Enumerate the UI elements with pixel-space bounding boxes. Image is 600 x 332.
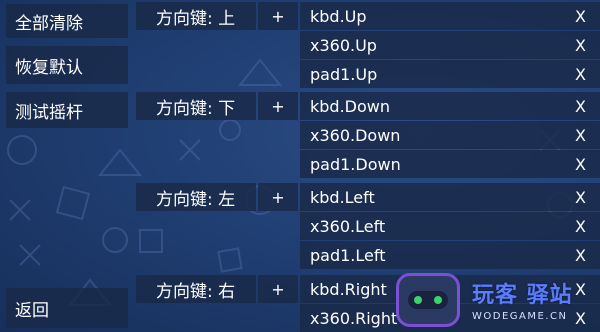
add-binding-down-button[interactable]: + bbox=[258, 92, 298, 120]
remove-binding-icon[interactable]: X bbox=[575, 7, 586, 26]
binding-row[interactable]: pad1.Left X bbox=[300, 241, 600, 269]
binding-row[interactable]: kbd.Left X bbox=[300, 183, 600, 211]
binding-name: x360.Left bbox=[310, 216, 386, 236]
binding-name: pad1.Up bbox=[310, 64, 378, 84]
remove-binding-icon[interactable]: X bbox=[575, 155, 586, 174]
robot-icon bbox=[396, 273, 460, 327]
binding-name: x360.Up bbox=[310, 35, 377, 55]
binding-row[interactable]: x360.Up X bbox=[300, 31, 600, 59]
add-binding-left-button[interactable]: + bbox=[258, 183, 298, 211]
plus-icon: + bbox=[271, 6, 285, 26]
binding-row[interactable]: x360.Down X bbox=[300, 121, 600, 149]
binding-row[interactable]: pad1.Down X bbox=[300, 150, 600, 178]
binding-name: x360.Down bbox=[310, 125, 401, 145]
binding-row[interactable]: kbd.Up X bbox=[300, 2, 600, 30]
mapping-label-text: 方向键: 右 bbox=[156, 281, 236, 302]
binding-name: kbd.Down bbox=[310, 96, 390, 116]
binding-name: pad1.Left bbox=[310, 245, 386, 265]
clear-all-label: 全部清除 bbox=[15, 13, 83, 34]
plus-icon: + bbox=[271, 96, 285, 116]
plus-icon: + bbox=[271, 187, 285, 207]
binding-name: x360.Right bbox=[310, 308, 398, 328]
mapping-label-down: 方向键: 下 bbox=[136, 92, 256, 120]
binding-name: kbd.Left bbox=[310, 187, 375, 207]
add-binding-up-button[interactable]: + bbox=[258, 2, 298, 30]
test-joystick-button[interactable]: 测试摇杆 bbox=[6, 92, 128, 128]
back-label: 返回 bbox=[15, 300, 49, 321]
remove-binding-icon[interactable]: X bbox=[575, 126, 586, 145]
clear-all-button[interactable]: 全部清除 bbox=[6, 4, 128, 38]
binding-row[interactable]: x360.Left X bbox=[300, 212, 600, 240]
binding-row[interactable]: kbd.Down X bbox=[300, 92, 600, 120]
binding-name: pad1.Down bbox=[310, 154, 401, 174]
remove-binding-icon[interactable]: X bbox=[575, 188, 586, 207]
mapping-label-text: 方向键: 左 bbox=[156, 189, 236, 210]
mapping-label-text: 方向键: 下 bbox=[156, 98, 236, 119]
watermark-logo: 玩客 驿站 WODEGAME.CN bbox=[396, 271, 600, 332]
watermark-title: 玩客 驿站 bbox=[472, 283, 573, 308]
binding-name: kbd.Up bbox=[310, 6, 367, 26]
watermark-subtitle: WODEGAME.CN bbox=[472, 311, 568, 322]
binding-row[interactable]: pad1.Up X bbox=[300, 60, 600, 88]
binding-name: kbd.Right bbox=[310, 279, 387, 299]
remove-binding-icon[interactable]: X bbox=[575, 65, 586, 84]
restore-default-label: 恢复默认 bbox=[15, 57, 83, 78]
back-button[interactable]: 返回 bbox=[6, 288, 128, 328]
mapping-label-up: 方向键: 上 bbox=[136, 2, 256, 30]
plus-icon: + bbox=[271, 279, 285, 299]
test-joystick-label: 测试摇杆 bbox=[15, 102, 83, 123]
restore-default-button[interactable]: 恢复默认 bbox=[6, 46, 128, 84]
mapping-label-left: 方向键: 左 bbox=[136, 183, 256, 211]
remove-binding-icon[interactable]: X bbox=[575, 36, 586, 55]
remove-binding-icon[interactable]: X bbox=[575, 246, 586, 265]
mapping-label-text: 方向键: 上 bbox=[156, 8, 236, 29]
remove-binding-icon[interactable]: X bbox=[575, 97, 586, 116]
remove-binding-icon[interactable]: X bbox=[575, 217, 586, 236]
add-binding-right-button[interactable]: + bbox=[258, 275, 298, 303]
mapping-label-right: 方向键: 右 bbox=[136, 275, 256, 303]
